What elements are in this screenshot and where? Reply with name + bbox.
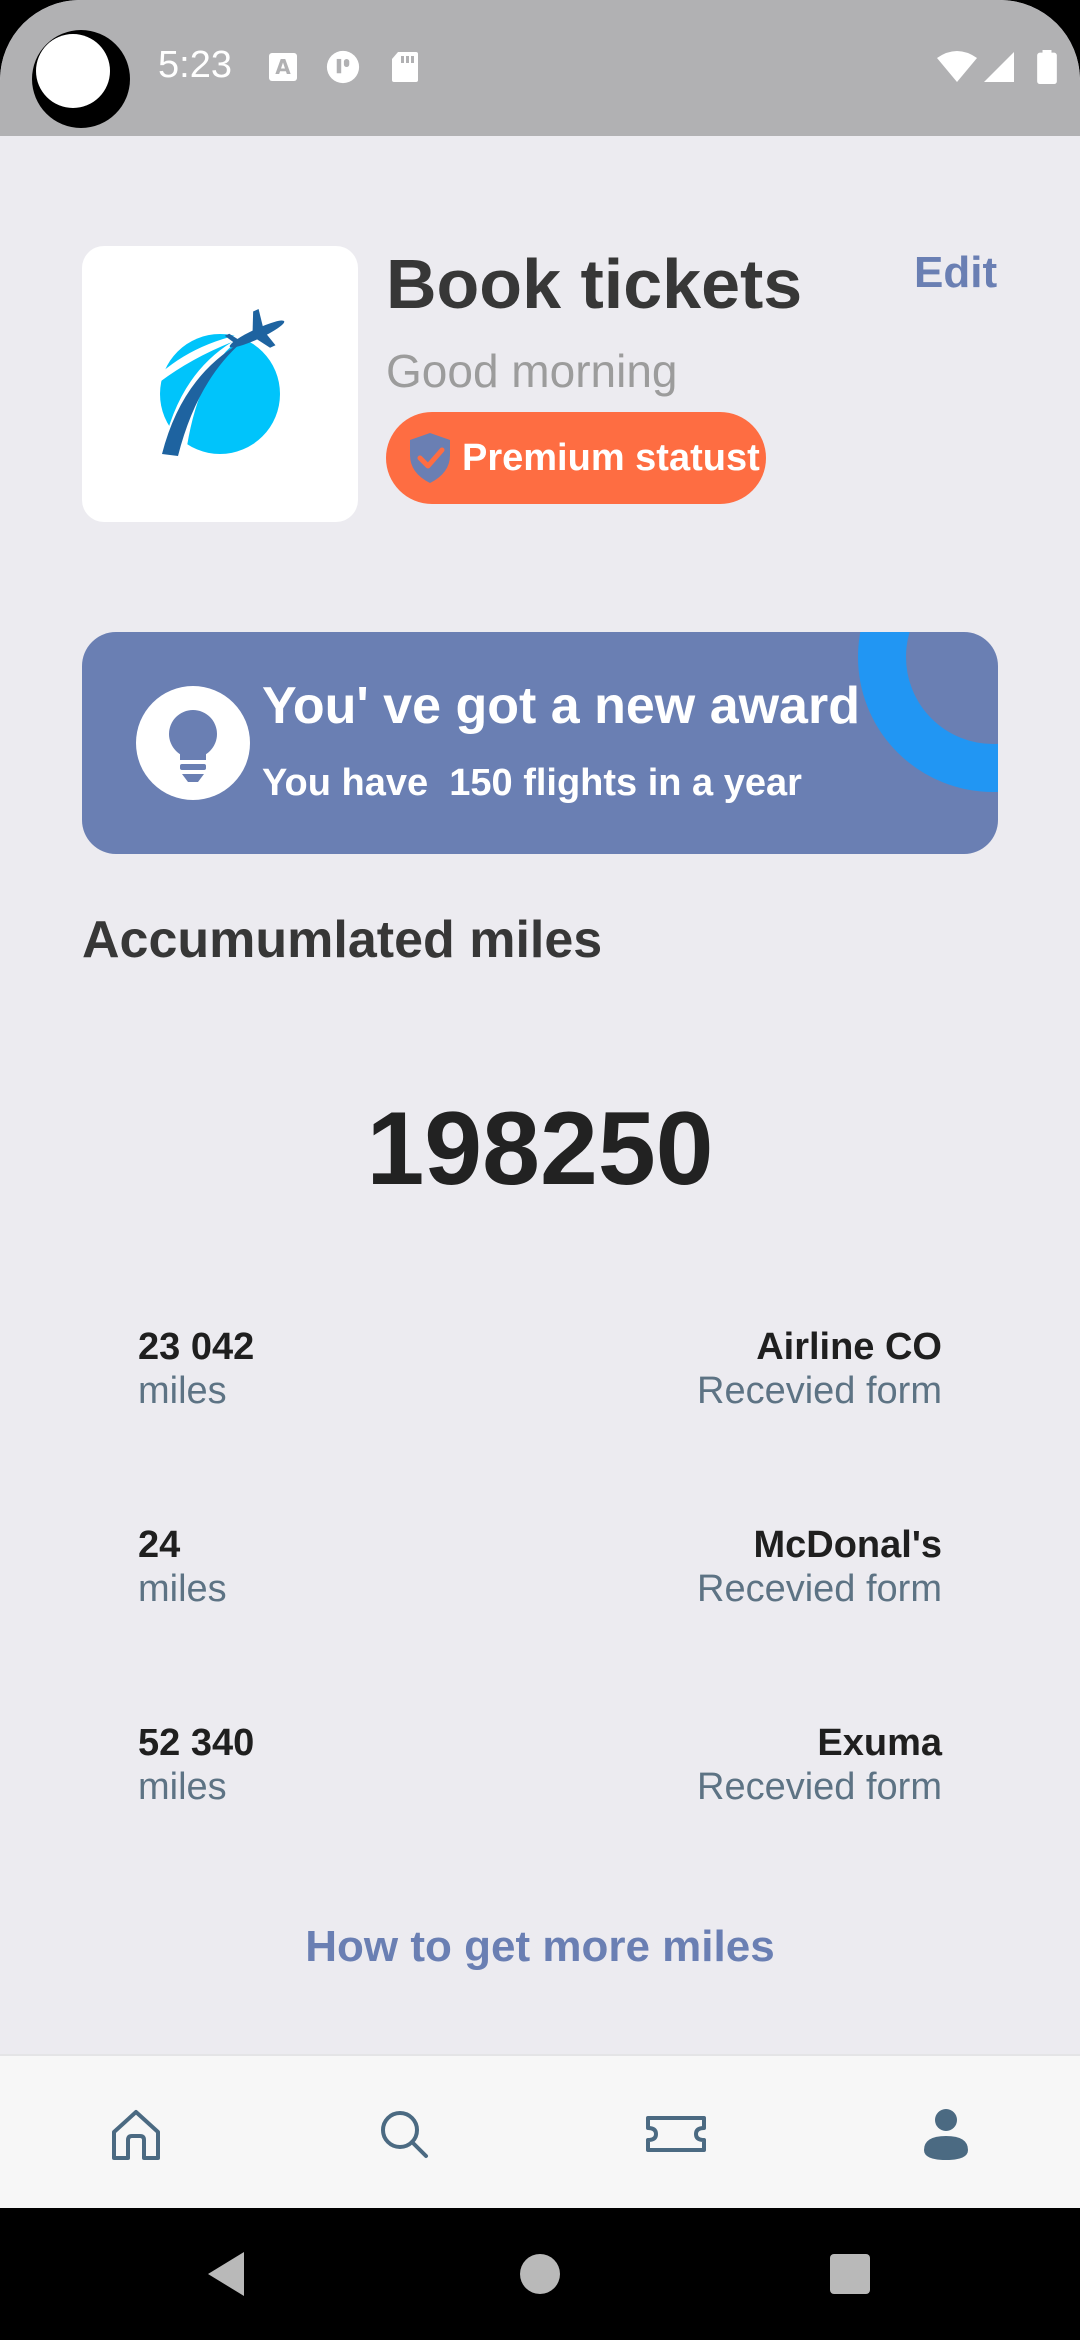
tab-home[interactable] [98, 2096, 174, 2172]
miles-unit: miles [138, 1766, 227, 1808]
bottom-tab-bar [0, 2054, 1080, 2208]
search-icon [381, 2111, 428, 2158]
award-card[interactable]: You' ve got a new award You have 150 fli… [82, 632, 998, 854]
tab-profile[interactable] [908, 2096, 984, 2172]
miles-amount: 52 340 [138, 1722, 255, 1764]
ticket-icon [646, 2116, 706, 2152]
miles-received-label: Recevied form [697, 1766, 942, 1808]
home-nav-icon[interactable] [518, 2252, 562, 2296]
miles-entry[interactable]: 23 042 miles Airline CO Recevied form [138, 1326, 942, 1416]
miles-unit: miles [138, 1568, 227, 1610]
sd-card-icon [392, 52, 418, 82]
shield-check-icon [410, 433, 450, 483]
miles-source: McDonal's [753, 1524, 942, 1566]
miles-unit: miles [138, 1370, 227, 1412]
miles-received-label: Recevied form [697, 1370, 942, 1412]
award-decoration-ring [858, 632, 998, 792]
lightbulb-icon [169, 710, 217, 782]
miles-amount: 24 [138, 1524, 181, 1566]
award-subtitle: You have 150 flights in a year [262, 762, 802, 804]
miles-entry[interactable]: 52 340 miles Exuma Recevied form [138, 1722, 942, 1812]
miles-entry[interactable]: 24 miles McDonal's Recevied form [138, 1524, 942, 1614]
premium-status-badge: Premium statust [386, 412, 766, 504]
app-notification-icon [326, 50, 360, 84]
more-miles-link[interactable]: How to get more miles [0, 1922, 1080, 1972]
recents-icon[interactable] [828, 2252, 872, 2296]
greeting-text: Good morning [386, 345, 678, 397]
home-icon [112, 2110, 160, 2160]
edit-button[interactable]: Edit [914, 248, 997, 298]
status-time: 5:23 [158, 44, 232, 86]
wifi-icon [937, 51, 977, 82]
status-bar: 5:23 A [0, 0, 1080, 136]
lightbulb-badge [136, 686, 250, 800]
camera-lens [36, 34, 110, 108]
miles-amount: 23 042 [138, 1326, 255, 1368]
device-frame: 5:23 A Book tickets Good morning Edit Pr… [0, 0, 1080, 2340]
back-icon[interactable] [204, 2248, 248, 2300]
award-title: You' ve got a new award [262, 677, 860, 735]
signal-icon [984, 52, 1014, 82]
app-screen: 5:23 A Book tickets Good morning Edit Pr… [0, 0, 1080, 2340]
miles-source: Airline CO [756, 1326, 942, 1368]
miles-source: Exuma [817, 1722, 942, 1764]
svg-text:A: A [275, 55, 291, 79]
premium-status-label: Premium statust [462, 436, 760, 479]
page-title: Book tickets [386, 245, 803, 323]
airplane-logo-icon [132, 308, 285, 456]
total-miles-value: 198250 [366, 1091, 714, 1207]
app-logo [82, 246, 358, 522]
battery-icon [1037, 50, 1057, 84]
miles-received-label: Recevied form [697, 1568, 942, 1610]
system-navigation-bar [0, 2208, 1080, 2340]
keyboard-notification-icon: A [269, 53, 297, 81]
section-title: Accumumlated miles [82, 911, 603, 969]
profile-icon [924, 2109, 968, 2160]
tab-search[interactable] [366, 2096, 442, 2172]
tab-tickets[interactable] [638, 2096, 714, 2172]
